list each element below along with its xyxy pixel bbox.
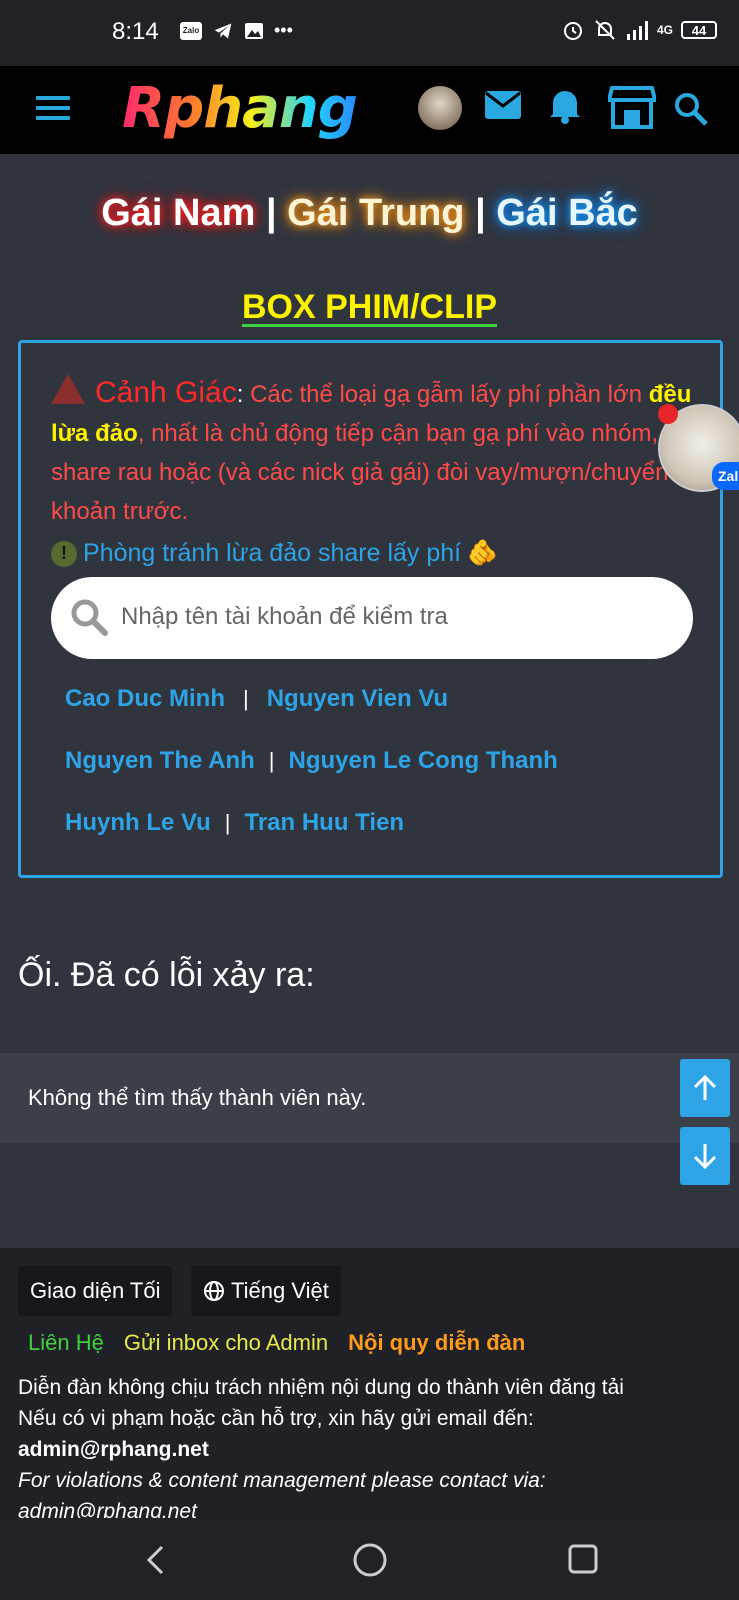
inbox-admin-link[interactable]: Gửi inbox cho Admin — [124, 1330, 328, 1356]
top-navigation: Rphang — [0, 66, 739, 154]
name-link[interactable]: Nguyen Le Cong Thanh — [289, 747, 558, 775]
user-avatar[interactable] — [418, 86, 462, 130]
scam-info-label: Phòng tránh lừa đảo share lấy phí — [83, 539, 462, 567]
link-gai-nam[interactable]: Gái Nam — [101, 192, 255, 234]
alarm-icon — [563, 22, 582, 40]
telegram-icon — [214, 23, 232, 38]
globe-icon — [204, 1281, 224, 1301]
battery-icon: 44 — [681, 21, 717, 39]
warning-text-1: Các thể loại gạ gẫm lấy phí phần lớn — [243, 381, 649, 408]
name-link[interactable]: Nguyen Vien Vu — [267, 685, 448, 713]
back-icon[interactable] — [144, 1544, 166, 1576]
system-icons: 4G 44 — [561, 18, 717, 42]
zalo-notification-icon: Zalo — [180, 21, 202, 40]
scammer-names-row: Huynh Le Vu | Tran Huu Tien — [65, 809, 404, 837]
theme-button[interactable]: Giao diện Tối — [18, 1266, 173, 1316]
language-button[interactable]: Tiếng Việt — [191, 1266, 341, 1316]
mute-bell-icon — [595, 20, 615, 40]
scammer-names-row: Cao Duc Minh | Nguyen Vien Vu — [65, 685, 448, 713]
error-message: Không thể tìm thấy thành viên này. — [28, 1085, 367, 1110]
arrow-down-icon — [693, 1144, 717, 1170]
theme-button-label: Giao diện Tối — [30, 1278, 161, 1303]
separator: | — [243, 686, 249, 711]
menu-icon[interactable] — [36, 96, 70, 122]
notification-bell-icon[interactable] — [548, 86, 582, 124]
warning-heading: Cảnh Giác — [95, 376, 237, 409]
separator: | — [475, 192, 486, 234]
link-gai-bac[interactable]: Gái Bắc — [496, 192, 638, 234]
box-title: BOX PHIM/CLIP — [0, 288, 739, 327]
site-logo[interactable]: Rphang — [122, 76, 358, 141]
scammer-names-row: Nguyen The Anh | Nguyen Le Cong Thanh — [65, 747, 558, 775]
account-search-input[interactable] — [121, 595, 661, 639]
box-title-link[interactable]: BOX PHIM/CLIP — [242, 288, 497, 326]
error-title: Ối. Đã có lỗi xảy ra: — [18, 956, 315, 994]
disclaimer-line-2: Nếu có vi phạm hoặc cần hỗ trợ, xin hãy … — [18, 1407, 534, 1430]
store-icon[interactable] — [608, 84, 656, 130]
error-block: Không thể tìm thấy thành viên này. — [0, 1053, 739, 1143]
name-link[interactable]: Cao Duc Minh — [65, 685, 225, 713]
search-icon[interactable] — [674, 92, 708, 126]
region-links: Gái Nam | Gái Trung | Gái Bắc — [0, 192, 739, 235]
footer-disclaimer: Diễn đàn không chịu trách nhiệm nội dung… — [18, 1372, 624, 1527]
mail-icon[interactable] — [484, 90, 522, 120]
info-icon: ! — [51, 540, 77, 567]
footer-links: Liên Hệ Gửi inbox cho Admin Nội quy diễn… — [28, 1330, 525, 1356]
network-4g-icon: 4G — [656, 23, 673, 37]
home-icon[interactable] — [352, 1542, 388, 1578]
scroll-top-button[interactable] — [680, 1059, 730, 1117]
contact-link[interactable]: Liên Hệ — [28, 1330, 104, 1356]
status-bar: 8:14 Zalo ••• 4G 44 — [0, 0, 739, 66]
link-gai-trung[interactable]: Gái Trung — [287, 192, 464, 234]
separator: | — [224, 810, 231, 835]
recents-icon[interactable] — [568, 1544, 598, 1574]
notification-icons: Zalo ••• — [180, 20, 293, 41]
account-search-box — [51, 577, 693, 659]
name-link[interactable]: Nguyen The Anh — [65, 747, 255, 775]
language-button-label: Tiếng Việt — [231, 1278, 329, 1303]
signal-icon — [626, 21, 648, 40]
warning-text: Cảnh Giác: Các thể loại gạ gẫm lấy phí p… — [51, 373, 701, 531]
warning-box: Cảnh Giác: Các thể loại gạ gẫm lấy phí p… — [18, 340, 723, 878]
status-time: 8:14 — [112, 18, 159, 45]
more-notifications-icon: ••• — [274, 20, 293, 40]
warning-icon — [51, 374, 85, 404]
gallery-icon — [245, 22, 263, 39]
zalo-chat-badge[interactable]: Zal — [712, 462, 739, 490]
search-icon — [71, 599, 108, 636]
disclaimer-line-1: Diễn đàn không chịu trách nhiệm nội dung… — [18, 1376, 624, 1399]
system-navigation-bar — [0, 1518, 739, 1600]
scroll-bottom-button[interactable] — [680, 1127, 730, 1185]
rules-link[interactable]: Nội quy diễn đàn — [348, 1330, 525, 1356]
name-link[interactable]: Tran Huu Tien — [245, 809, 405, 837]
scam-info-link[interactable]: ! Phòng tránh lừa đảo share lấy phí 🫵 — [51, 539, 498, 568]
arrow-up-icon — [693, 1074, 717, 1100]
pointing-emoji-icon: 🫵 — [467, 539, 499, 567]
disclaimer-line-3: For violations & content management plea… — [18, 1469, 546, 1492]
name-link[interactable]: Huynh Le Vu — [65, 809, 211, 837]
warning-text-2: , nhất là chủ động tiếp cận bạn gạ phí v… — [51, 420, 699, 525]
admin-email[interactable]: admin@rphang.net — [18, 1434, 624, 1465]
footer: Giao diện Tối Tiếng Việt Liên Hệ Gửi inb… — [0, 1248, 739, 1523]
unread-dot — [658, 404, 678, 424]
separator: | — [268, 748, 275, 773]
separator: | — [265, 192, 277, 234]
